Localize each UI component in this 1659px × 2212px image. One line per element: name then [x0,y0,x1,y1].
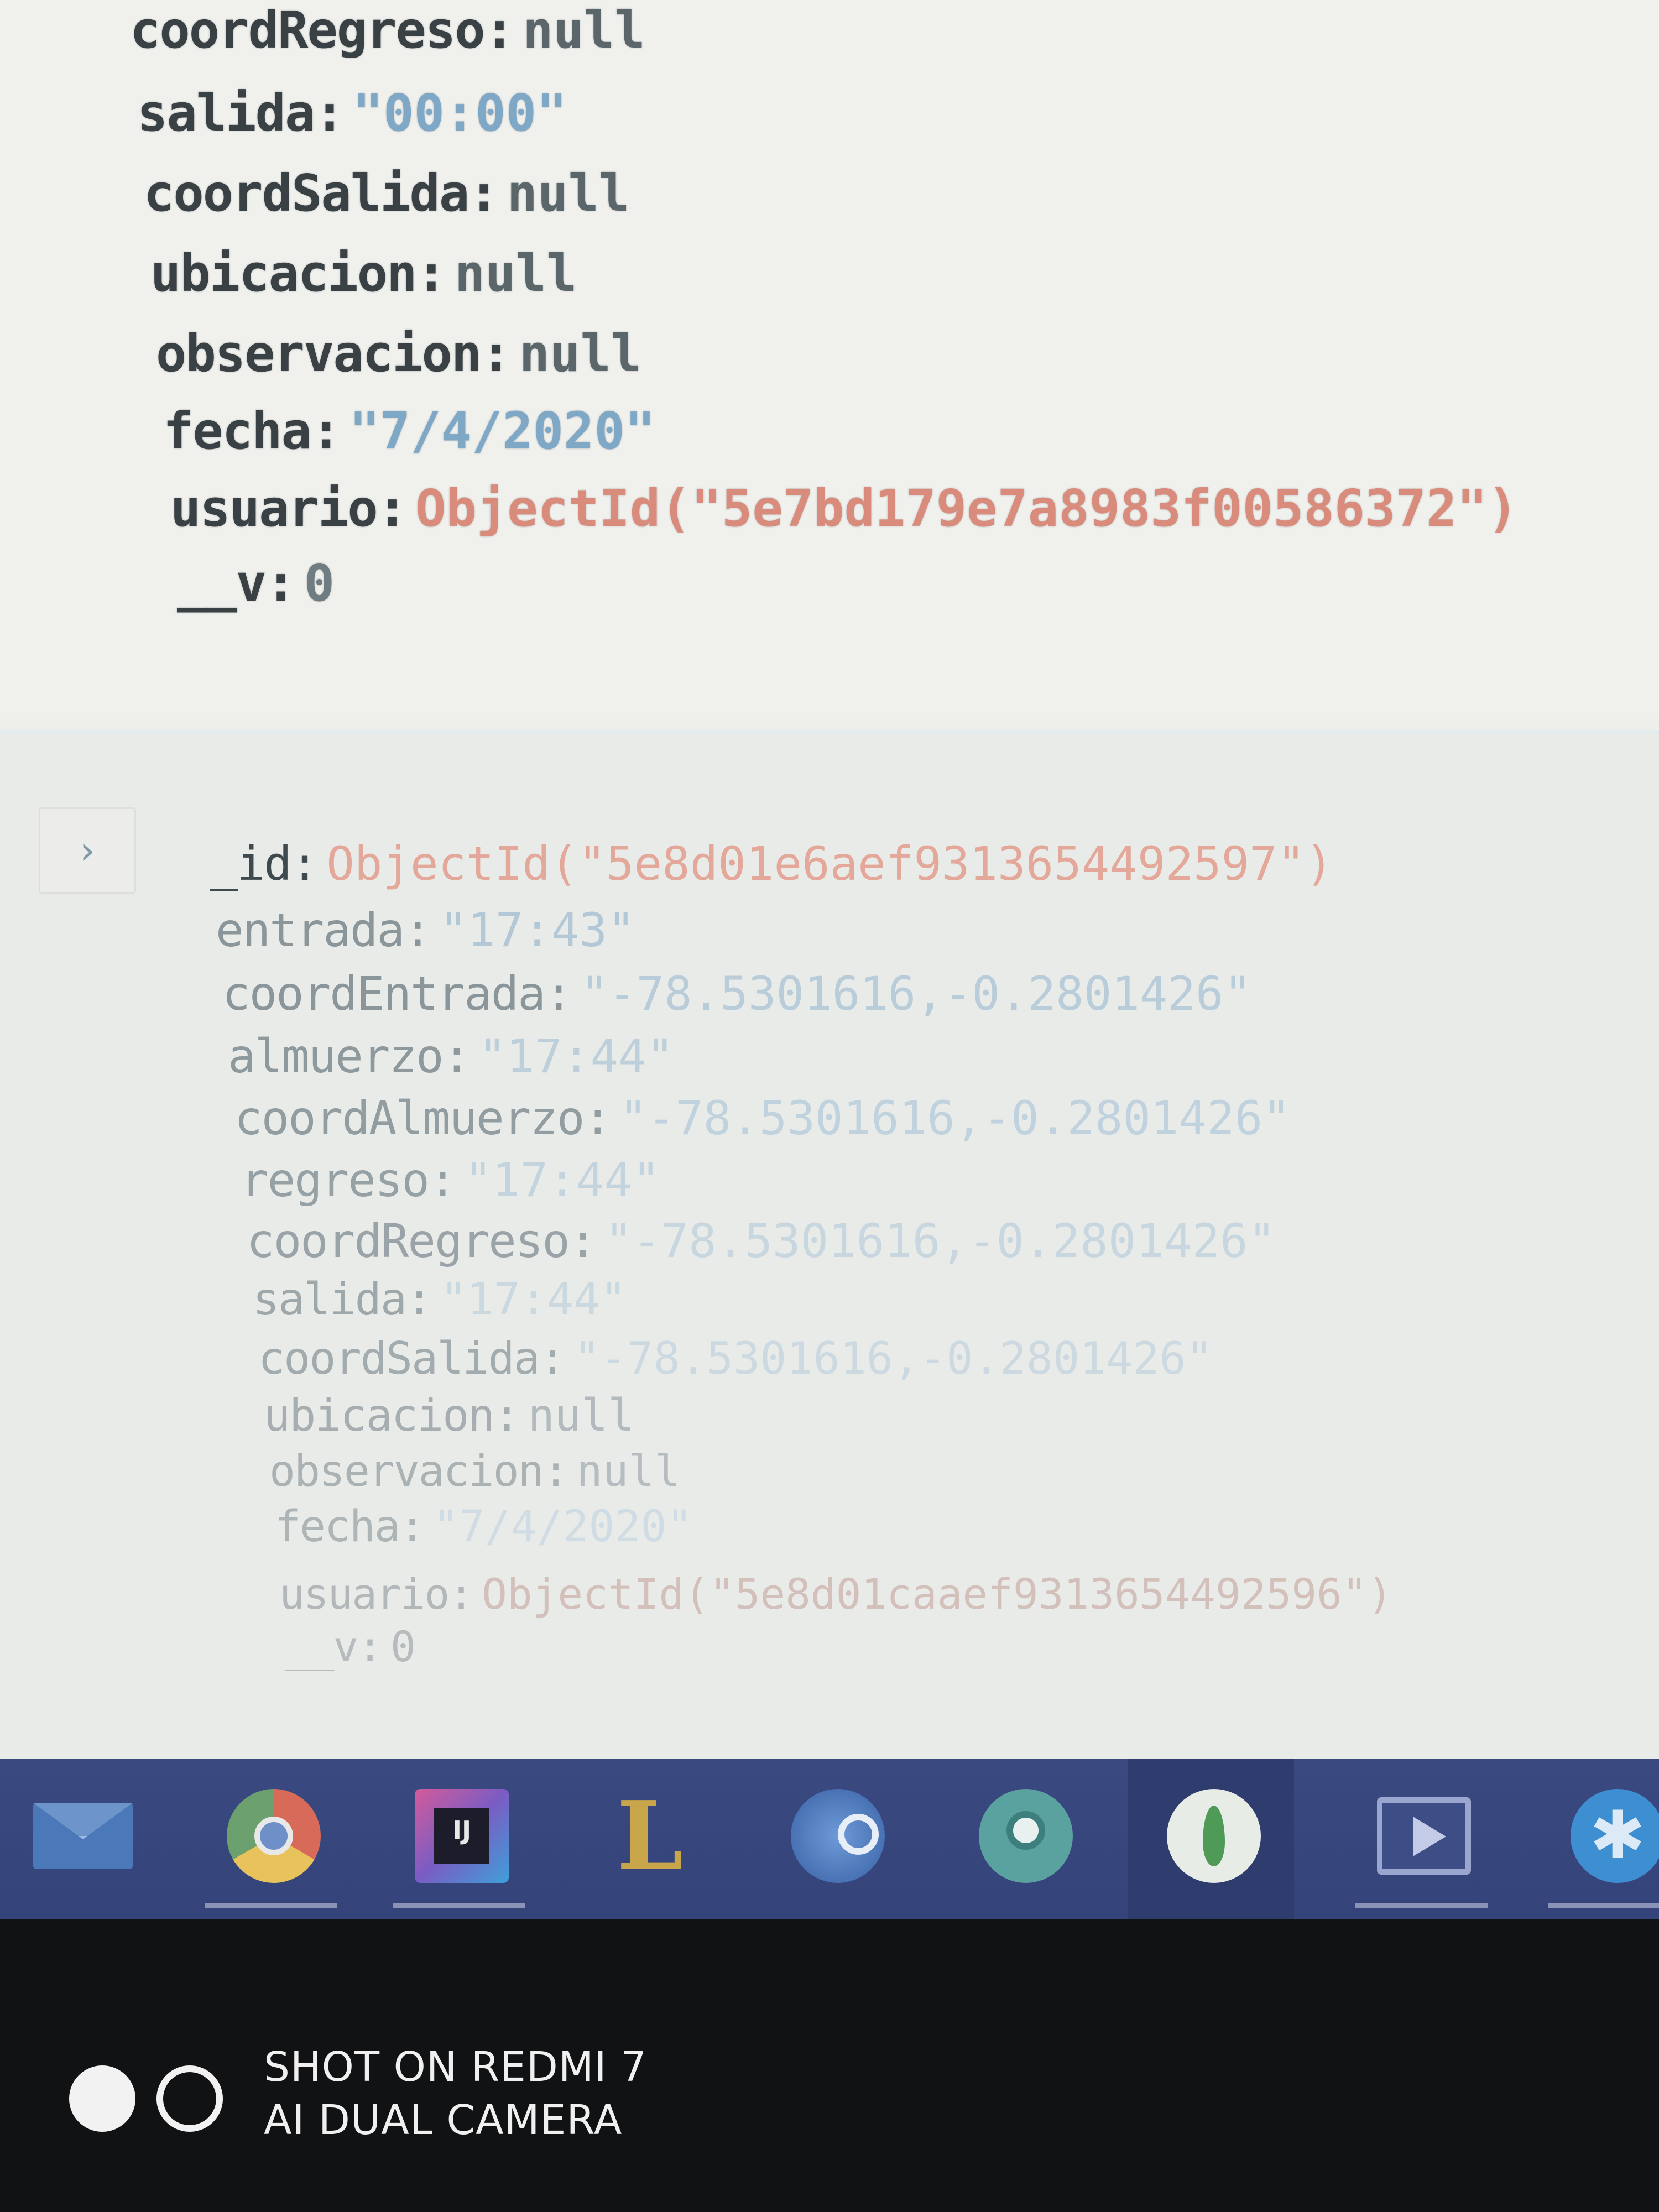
field-key: coordSalida [144,164,469,223]
watermark-line-1: SHOT ON REDMI 7 [264,2043,648,2091]
field-key: ubicacion [264,1390,494,1441]
field-value: "-78.5301616,-0.2801426" [604,1214,1276,1268]
field-coordRegreso: coordRegreso: "-78.5301616,-0.2801426" [247,1214,1276,1268]
field-key: ubicacion [150,244,417,303]
running-indicator [393,1903,525,1908]
field-key: entrada [216,903,405,957]
taskbar-item-bluetooth[interactable]: ✱ [1532,1759,1659,1919]
field-usuario: usuario: ObjectId("5e7bd179e7a8983f005863… [170,479,1519,538]
field-value: ObjectId("5e8d01e6aef9313654492597") [326,837,1333,891]
taskbar-item-steam[interactable] [752,1759,918,1919]
field-value: "-78.5301616,-0.2801426" [573,1333,1213,1384]
field-key: coordSalida [258,1333,540,1384]
watermark-line-2: AI DUAL CAMERA [264,2096,623,2144]
field-coordRegreso: coordRegreso: null [130,1,645,60]
field-key: coordEntrada [222,967,546,1021]
field-value: "-78.5301616,-0.2801426" [619,1091,1291,1145]
running-indicator [1355,1903,1488,1908]
field-key: usuario [279,1569,450,1619]
field-value: null [528,1390,635,1441]
running-indicator [1548,1903,1659,1908]
league-of-legends-icon: L [617,1781,683,1891]
field-key: _id [210,837,292,891]
field-ubicacion: ubicacion: null [264,1390,635,1441]
field-salida: salida: "17:44" [253,1274,627,1325]
running-indicator [205,1903,337,1908]
monitor-screen: coordRegreso: null salida: "00:00" coordSa… [0,0,1659,1764]
video-player-icon [1377,1797,1471,1875]
field-id: _id: ObjectId("5e8d01e6aef9313654492597") [210,837,1333,891]
taskbar-item-video-player[interactable] [1338,1759,1504,1919]
field-version: __v: 0 [177,554,335,613]
field-key: observacion [156,324,482,383]
webcam-icon [979,1789,1073,1883]
field-value: "17:44" [440,1274,627,1325]
field-observacion: observacion: null [269,1447,681,1496]
taskbar-item-chrome[interactable] [188,1759,354,1919]
field-key: coordRegreso [130,1,486,60]
field-value: 0 [304,554,335,613]
field-key: fecha [275,1502,400,1552]
field-key: regreso [241,1153,430,1207]
field-regreso: regreso: "17:44" [241,1153,660,1207]
taskbar-item-league-of-legends[interactable]: L [564,1759,730,1919]
field-key: almuerzo [228,1029,444,1083]
field-key: usuario [170,479,378,538]
field-key: __v [177,554,267,613]
field-coordEntrada: coordEntrada: "-78.5301616,-0.2801426" [222,967,1252,1021]
field-value: "-78.5301616,-0.2801426" [580,967,1252,1021]
field-fecha: fecha: "7/4/2020" [163,401,656,461]
taskbar-item-mongodb-compass[interactable] [1128,1759,1294,1919]
field-coordSalida: coordSalida: null [144,164,630,223]
camera-watermark: SHOT ON REDMI 7 AI DUAL CAMERA [69,2041,646,2157]
expand-document-button[interactable]: › [39,807,136,894]
mongodb-compass-icon [1167,1789,1261,1883]
field-key: observacion [269,1447,544,1496]
taskbar-item-intellij[interactable]: IJ [376,1759,542,1919]
field-value: null [576,1447,681,1496]
field-value: "7/4/2020" [349,401,656,461]
field-value: null [519,324,642,383]
field-salida: salida: "00:00" [137,84,567,143]
taskbar-item-webcam[interactable] [940,1759,1106,1919]
field-value: ObjectId("5e7bd179e7a8983f00586372") [415,479,1519,538]
field-coordSalida: coordSalida: "-78.5301616,-0.2801426" [258,1333,1213,1384]
chrome-icon [227,1789,321,1883]
field-observacion: observacion: null [156,324,642,383]
field-fecha: fecha: "7/4/2020" [275,1502,693,1552]
field-value: ObjectId("5e8d01caaef9313654492596") [482,1569,1393,1619]
field-value: "00:00" [352,84,567,143]
bluetooth-icon: ✱ [1571,1789,1659,1883]
field-ubicacion: ubicacion: null [150,244,577,303]
mail-icon [33,1803,133,1869]
field-usuario: usuario: ObjectId("5e8d01caaef93136544925… [279,1569,1393,1619]
watermark-ring-icon [156,2065,223,2132]
field-value: "17:44" [478,1029,675,1083]
chevron-right-icon: › [80,828,95,873]
taskbar: IJ L ✱ [0,1759,1659,1919]
field-key: coordRegreso [247,1214,570,1268]
field-almuerzo: almuerzo: "17:44" [228,1029,675,1083]
field-key: fecha [163,401,312,461]
field-value: null [523,1,645,60]
field-value: "7/4/2020" [432,1502,693,1552]
field-value: "17:44" [464,1153,660,1207]
field-value: "17:43" [439,903,635,957]
taskbar-item-mail[interactable] [0,1759,166,1919]
field-entrada: entrada: "17:43" [216,903,635,957]
field-coordAlmuerzo: coordAlmuerzo: "-78.5301616,-0.2801426" [234,1091,1291,1145]
field-version: __v: 0 [285,1622,416,1671]
field-value: null [454,244,577,303]
document-card-1: coordRegreso: null salida: "00:00" coordSa… [0,0,1659,719]
field-value: null [507,164,630,223]
field-key: salida [253,1274,407,1325]
field-key: __v [285,1622,358,1671]
field-value: 0 [390,1622,416,1671]
intellij-icon: IJ [415,1789,509,1883]
field-key: salida [137,84,315,143]
field-key: coordAlmuerzo [234,1091,585,1145]
steam-icon [791,1789,885,1883]
watermark-filled-circle-icon [69,2065,135,2132]
